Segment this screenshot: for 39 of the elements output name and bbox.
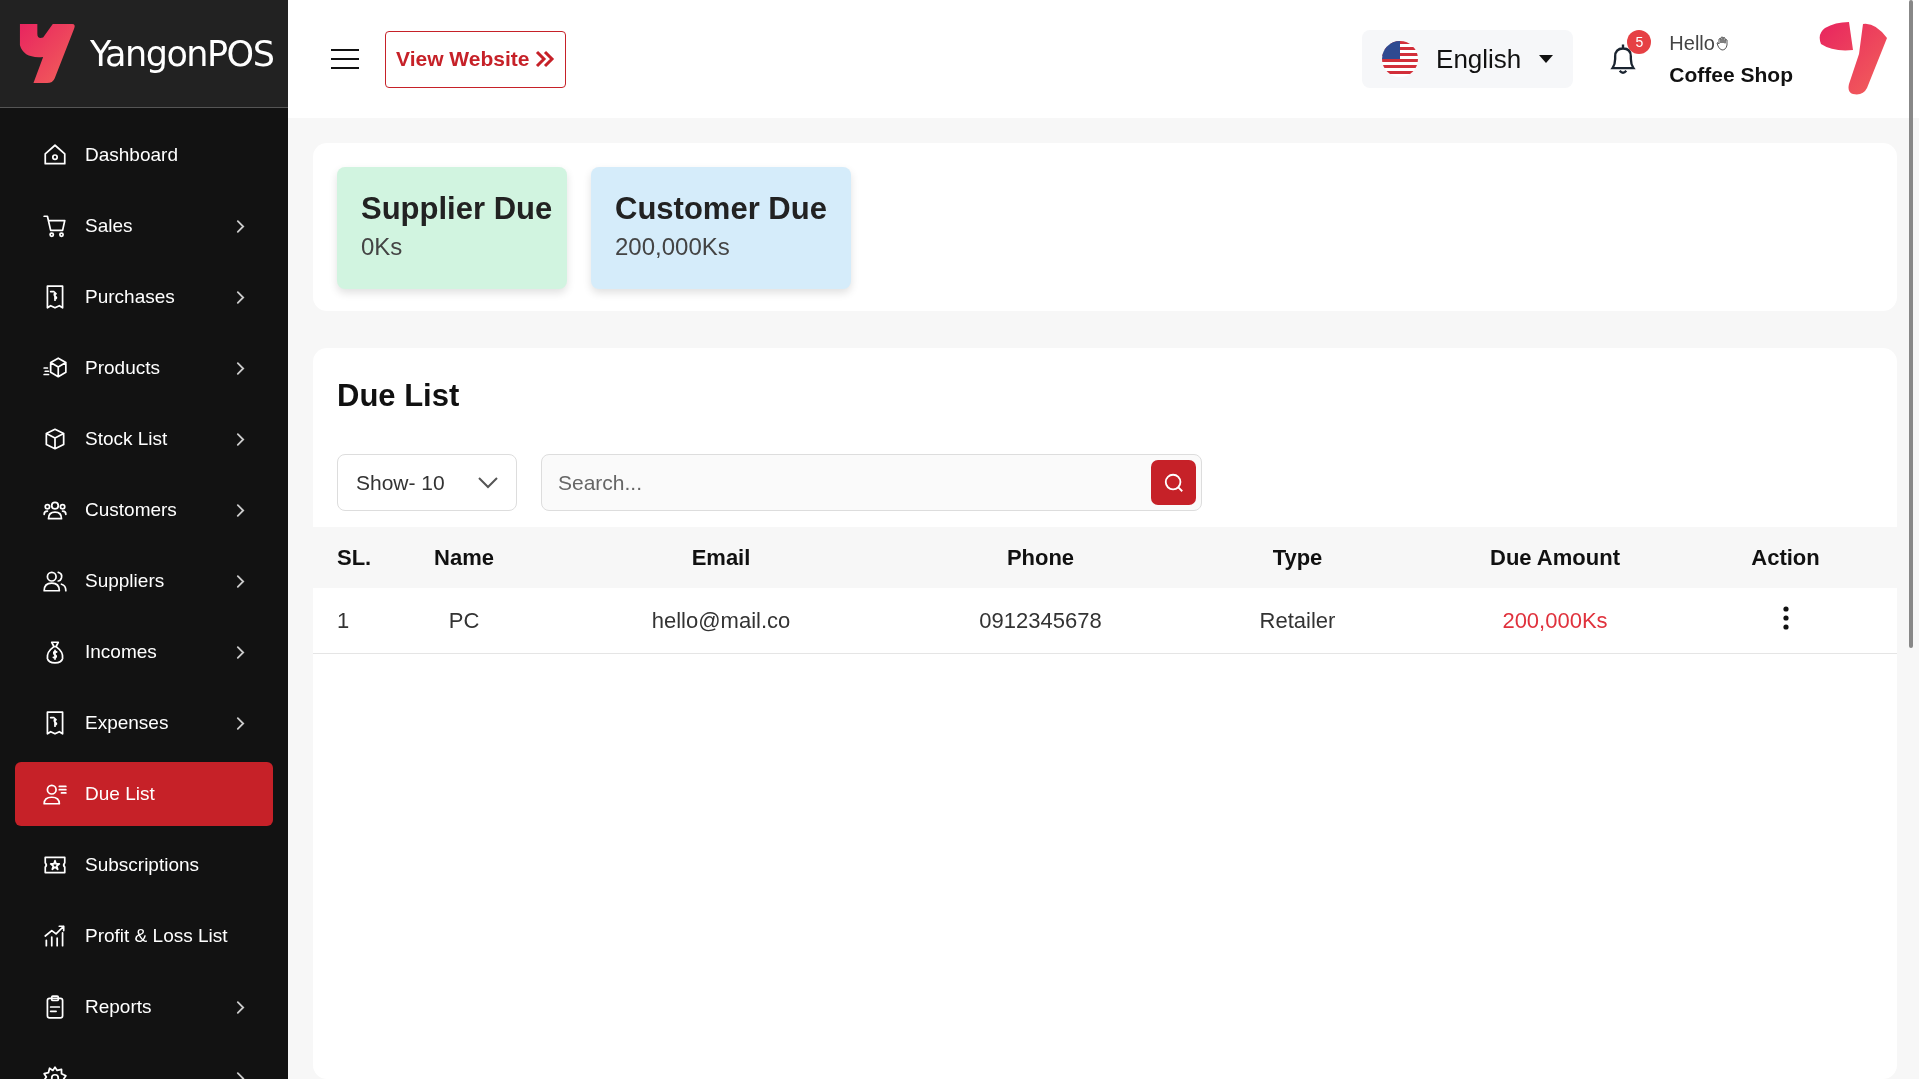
table-cell: Retailer	[1259, 607, 1336, 633]
sidebar-item[interactable]: Customers	[15, 478, 273, 542]
due-amount: 200,000Ks	[1502, 607, 1608, 633]
section-title: Due List	[337, 378, 461, 414]
language-selector[interactable]: English	[1362, 30, 1574, 88]
column-header: SL.	[337, 544, 372, 570]
sidebar-item[interactable]: Sales	[15, 194, 273, 258]
column-header: Name	[434, 544, 494, 570]
sidebar-item[interactable]: Incomes	[15, 620, 273, 684]
column-header: Due Amount	[1490, 544, 1620, 570]
column-header: Type	[1272, 544, 1323, 570]
card-value: 0Ks	[361, 233, 404, 261]
card-title: Customer Due	[615, 191, 827, 227]
table-cell: 0912345678	[979, 607, 1102, 633]
column-header: Phone	[1006, 544, 1075, 570]
search-field[interactable]: Search...	[541, 454, 1202, 511]
shop-name: Coffee Shop	[1669, 62, 1793, 87]
sidebar-item[interactable]: Products	[15, 336, 273, 400]
sidebar-item[interactable]: Due List	[15, 762, 273, 826]
sidebar-item[interactable]: Dashboard	[15, 123, 273, 187]
page-size-select[interactable]: Show- 10	[337, 454, 517, 511]
sidebar-item[interactable]: Stock List	[15, 407, 273, 471]
notification-badge: 5	[1627, 30, 1652, 54]
sidebar-item[interactable]: Profit & Loss List	[15, 904, 273, 968]
greeting: Hello	[1669, 31, 1715, 55]
view-website-button[interactable]: View Website	[385, 30, 567, 88]
column-header: Email	[691, 544, 751, 570]
table-cell: hello@mail.co	[651, 607, 791, 633]
card-title: Supplier Due	[361, 191, 554, 227]
table-cell: 1	[337, 607, 350, 633]
brand-name: YangonPOS	[90, 33, 274, 74]
sidebar-item[interactable]: Subscriptions	[15, 833, 273, 897]
sidebar-item[interactable]: Purchases	[15, 265, 273, 329]
column-header: Action	[1751, 544, 1820, 570]
sidebar-item[interactable]: Expenses	[15, 691, 273, 755]
table-cell: PC	[448, 607, 480, 633]
sidebar-item[interactable]: Suppliers	[15, 549, 273, 613]
card-value: 200,000Ks	[615, 233, 731, 261]
sidebar-item[interactable]: Reports	[15, 975, 273, 1039]
